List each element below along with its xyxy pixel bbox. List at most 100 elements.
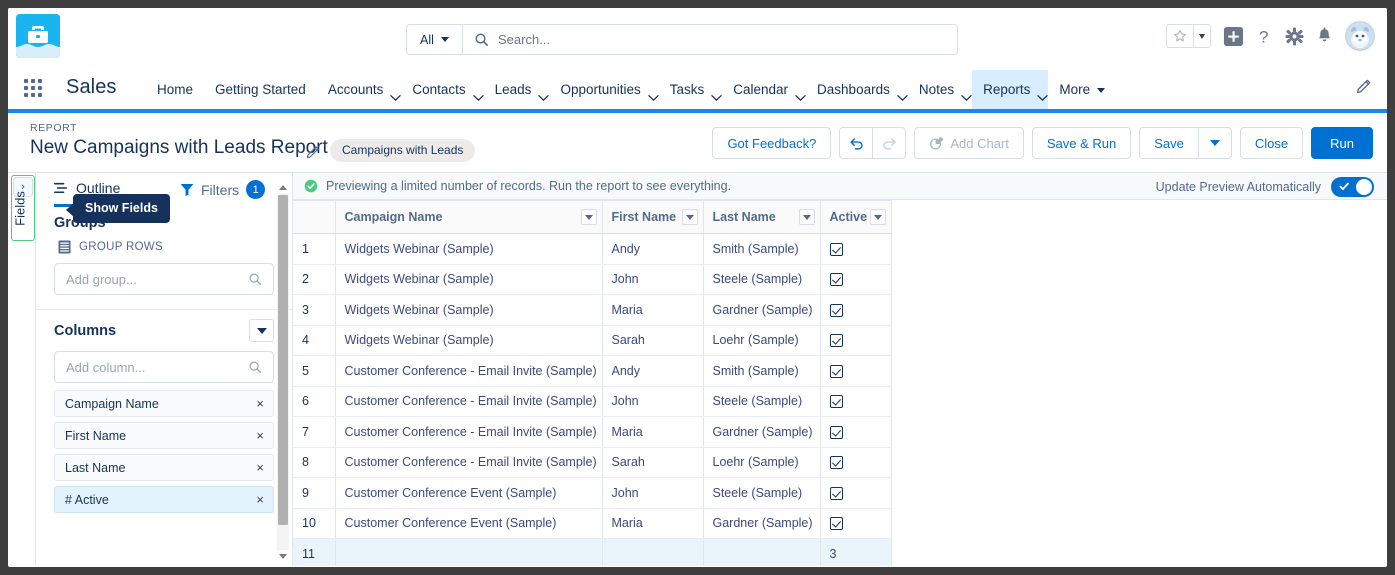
column-chip-label: # Active <box>65 492 109 507</box>
search-scope-selector[interactable]: All <box>407 25 463 54</box>
add-column-input[interactable]: Add column... <box>54 351 274 383</box>
report-preview-table-wrapper: Campaign Name First Name Last Name Active 1… <box>293 200 1387 566</box>
pencil-edit-icon[interactable] <box>306 144 321 164</box>
favorites-control[interactable] <box>1166 24 1211 48</box>
report-type-chip[interactable]: Campaigns with Leads <box>330 139 476 162</box>
cell-campaign-name-text: Widgets Webinar (Sample) <box>344 272 494 287</box>
add-chart-button[interactable]: Add Chart <box>914 127 1024 159</box>
tab-filters[interactable]: Filters 1 <box>180 180 266 199</box>
setup-gear-icon[interactable] <box>1285 27 1304 46</box>
column-header-first-name[interactable]: First Name <box>602 200 704 234</box>
global-search-bar[interactable]: All Search... <box>406 24 958 55</box>
favorites-dropdown-icon[interactable] <box>1193 25 1210 47</box>
row-number: 7 <box>293 416 336 448</box>
report-builder-body: › Fields Outline Filters 1 Show Fields G… <box>8 173 1387 566</box>
add-plus-icon[interactable] <box>1223 26 1244 47</box>
nav-item-opportunities[interactable]: Opportunities <box>549 70 659 109</box>
user-avatar[interactable] <box>1345 21 1375 51</box>
column-chip[interactable]: # Active × <box>54 486 274 513</box>
sales-cloud-briefcase-icon[interactable] <box>16 14 60 58</box>
row-number-text: 4 <box>302 333 309 348</box>
columns-menu-button[interactable] <box>249 319 274 342</box>
help-question-icon[interactable]: ? <box>1256 26 1273 47</box>
close-x-icon[interactable]: × <box>256 460 264 475</box>
add-group-input[interactable]: Add group... <box>54 263 274 295</box>
column-chip[interactable]: Last Name × <box>54 454 274 481</box>
active-checkbox[interactable] <box>829 242 843 256</box>
row-number: 4 <box>293 325 336 356</box>
active-checkbox[interactable] <box>829 334 843 348</box>
nav-item-contacts[interactable]: Contacts <box>401 70 484 109</box>
column-menu-icon[interactable] <box>870 209 887 225</box>
row-number-text: 10 <box>302 516 316 531</box>
cell-active <box>820 355 893 387</box>
cell-first-name: Maria <box>602 416 704 448</box>
got-feedback-button[interactable]: Got Feedback? <box>712 127 832 159</box>
active-checkbox[interactable] <box>829 364 843 378</box>
undo-button[interactable] <box>839 127 874 159</box>
nav-item-leads[interactable]: Leads <box>484 70 550 109</box>
nav-item-calendar[interactable]: Calendar <box>722 70 806 109</box>
outline-scrollbar-thumb[interactable] <box>278 195 288 525</box>
active-checkbox[interactable] <box>829 517 843 531</box>
run-button[interactable]: Run <box>1311 127 1373 159</box>
column-menu-icon[interactable] <box>798 209 815 225</box>
nav-item-accounts[interactable]: Accounts <box>317 70 402 109</box>
save-button[interactable]: Save <box>1139 127 1199 159</box>
cell-campaign-name <box>335 538 603 566</box>
scroll-down-arrow-icon[interactable] <box>277 550 289 562</box>
active-checkbox[interactable] <box>829 425 843 439</box>
column-menu-icon[interactable] <box>580 209 597 225</box>
pencil-edit-icon[interactable] <box>1356 77 1373 99</box>
active-checkbox[interactable] <box>829 303 843 317</box>
column-menu-icon[interactable] <box>681 209 698 225</box>
column-chip[interactable]: Campaign Name × <box>54 390 274 417</box>
nav-item-label: Reports <box>983 82 1031 97</box>
column-header-last-name[interactable]: Last Name <box>703 200 821 234</box>
redo-button[interactable] <box>872 127 907 159</box>
nav-item-home[interactable]: Home <box>146 70 204 109</box>
add-group-placeholder: Add group... <box>66 271 137 287</box>
close-x-icon[interactable]: × <box>256 492 264 507</box>
favorites-star-icon[interactable] <box>1167 25 1193 47</box>
report-eyebrow-label: REPORT <box>30 122 78 134</box>
nav-item-tasks[interactable]: Tasks <box>659 70 723 109</box>
active-checkbox[interactable] <box>829 273 843 287</box>
nav-item-reports[interactable]: Reports <box>972 70 1049 109</box>
nav-item-label: More <box>1059 82 1091 97</box>
cell-campaign-name-text: Customer Conference - Email Invite (Samp… <box>344 394 597 409</box>
column-header-active[interactable]: Active <box>820 200 893 234</box>
save-and-run-button[interactable]: Save & Run <box>1031 127 1132 159</box>
search-input[interactable]: Search... <box>463 25 957 54</box>
fields-rail-label[interactable]: Fields <box>13 188 28 230</box>
nav-item-more[interactable]: More <box>1048 70 1116 109</box>
column-header-label: Last Name <box>712 210 776 224</box>
search-scope-label: All <box>420 32 434 47</box>
active-checkbox[interactable] <box>829 486 843 500</box>
nav-item-notes[interactable]: Notes <box>908 70 972 109</box>
column-header-campaign-name[interactable]: Campaign Name <box>335 200 603 234</box>
cell-campaign-name: Widgets Webinar (Sample) <box>335 233 603 265</box>
cell-last-name: Loehr (Sample) <box>703 325 821 356</box>
save-button-group: Save <box>1139 127 1232 159</box>
scroll-up-arrow-icon[interactable] <box>277 181 289 193</box>
outline-scrollbar[interactable] <box>277 181 289 562</box>
active-checkbox[interactable] <box>829 456 843 470</box>
column-chip[interactable]: First Name × <box>54 422 274 449</box>
nav-item-dashboards[interactable]: Dashboards <box>806 70 908 109</box>
save-dropdown-button[interactable] <box>1197 127 1232 159</box>
cell-first-name: Andy <box>602 355 704 387</box>
auto-update-control: Update Preview Automatically <box>1156 177 1374 197</box>
salesforce-report-builder-window: All Search... ? Sales Home Getting Start… <box>8 8 1387 567</box>
close-x-icon[interactable]: × <box>256 396 264 411</box>
close-x-icon[interactable]: × <box>256 428 264 443</box>
update-preview-toggle[interactable] <box>1331 177 1374 197</box>
close-button[interactable]: Close <box>1239 127 1304 159</box>
cell-first-name-text: Andy <box>611 363 641 378</box>
nav-item-getting-started[interactable]: Getting Started <box>204 70 317 109</box>
notifications-bell-icon[interactable] <box>1316 26 1333 46</box>
app-launcher-waffle-icon[interactable] <box>24 79 42 97</box>
app-name-label[interactable]: Sales <box>66 76 117 99</box>
cell-campaign-name-text: Customer Conference - Email Invite (Samp… <box>344 455 597 470</box>
active-checkbox[interactable] <box>829 395 843 409</box>
